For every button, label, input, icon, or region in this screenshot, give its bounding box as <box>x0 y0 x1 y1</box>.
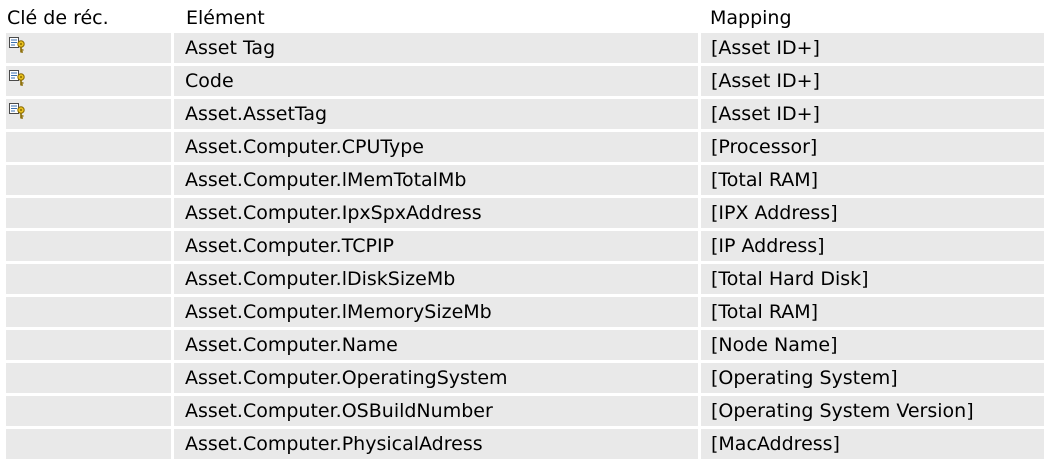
key-cell <box>6 198 171 228</box>
key-cell <box>6 396 171 426</box>
table-row[interactable]: Asset Tag [Asset ID+] <box>0 33 1054 66</box>
key-icon <box>9 103 25 119</box>
mapping-cell: [MacAddress] <box>701 429 1044 459</box>
key-cell <box>6 264 171 294</box>
key-cell <box>6 429 171 459</box>
element-cell: Asset.Computer.OSBuildNumber <box>174 396 698 426</box>
header-key: Clé de réc. <box>7 7 109 29</box>
key-icon <box>9 70 25 86</box>
table-row[interactable]: Asset.Computer.lMemorySizeMb [Total RAM] <box>0 297 1054 330</box>
key-cell <box>6 99 171 129</box>
table-body: Asset Tag [Asset ID+] Code [Asset ID+] A… <box>0 33 1054 462</box>
table-row[interactable]: Asset.Computer.Name [Node Name] <box>0 330 1054 363</box>
element-cell: Asset.Computer.lDiskSizeMb <box>174 264 698 294</box>
table-header: Clé de réc. Elément Mapping <box>0 0 1054 33</box>
key-cell <box>6 231 171 261</box>
mapping-cell: [Operating System] <box>701 363 1044 393</box>
table-row[interactable]: Asset.AssetTag [Asset ID+] <box>0 99 1054 132</box>
mapping-cell: [IP Address] <box>701 231 1044 261</box>
mapping-cell: [Processor] <box>701 132 1044 162</box>
mapping-cell: [Total RAM] <box>701 297 1044 327</box>
element-cell: Code <box>174 66 698 96</box>
element-cell: Asset.Computer.TCPIP <box>174 231 698 261</box>
element-cell: Asset.Computer.IpxSpxAddress <box>174 198 698 228</box>
header-mapping: Mapping <box>710 7 792 29</box>
table-row[interactable]: Asset.Computer.CPUType [Processor] <box>0 132 1054 165</box>
table-row[interactable]: Asset.Computer.TCPIP [IP Address] <box>0 231 1054 264</box>
mapping-cell: [Total Hard Disk] <box>701 264 1044 294</box>
table-row[interactable]: Asset.Computer.lDiskSizeMb [Total Hard D… <box>0 264 1054 297</box>
mapping-cell: [Node Name] <box>701 330 1044 360</box>
key-cell <box>6 297 171 327</box>
table-row[interactable]: Code [Asset ID+] <box>0 66 1054 99</box>
mapping-cell: [Operating System Version] <box>701 396 1044 426</box>
header-element: Elément <box>186 7 265 29</box>
key-cell <box>6 165 171 195</box>
key-cell <box>6 33 171 63</box>
mapping-cell: [Total RAM] <box>701 165 1044 195</box>
element-cell: Asset.AssetTag <box>174 99 698 129</box>
key-cell <box>6 66 171 96</box>
table-row[interactable]: Asset.Computer.lMemTotalMb [Total RAM] <box>0 165 1054 198</box>
key-cell <box>6 363 171 393</box>
mapping-table: Clé de réc. Elément Mapping Asset Tag [A… <box>0 0 1054 459</box>
table-row[interactable]: Asset.Computer.OperatingSystem [Operatin… <box>0 363 1054 396</box>
mapping-cell: [Asset ID+] <box>701 66 1044 96</box>
element-cell: Asset.Computer.lMemTotalMb <box>174 165 698 195</box>
key-cell <box>6 132 171 162</box>
table-row[interactable]: Asset.Computer.IpxSpxAddress [IPX Addres… <box>0 198 1054 231</box>
key-icon <box>9 37 25 53</box>
key-cell <box>6 330 171 360</box>
table-row[interactable]: Asset.Computer.PhysicalAdress [MacAddres… <box>0 429 1054 462</box>
mapping-cell: [Asset ID+] <box>701 33 1044 63</box>
mapping-cell: [Asset ID+] <box>701 99 1044 129</box>
element-cell: Asset.Computer.CPUType <box>174 132 698 162</box>
element-cell: Asset.Computer.PhysicalAdress <box>174 429 698 459</box>
mapping-cell: [IPX Address] <box>701 198 1044 228</box>
table-row[interactable]: Asset.Computer.OSBuildNumber [Operating … <box>0 396 1054 429</box>
element-cell: Asset Tag <box>174 33 698 63</box>
element-cell: Asset.Computer.Name <box>174 330 698 360</box>
element-cell: Asset.Computer.lMemorySizeMb <box>174 297 698 327</box>
element-cell: Asset.Computer.OperatingSystem <box>174 363 698 393</box>
